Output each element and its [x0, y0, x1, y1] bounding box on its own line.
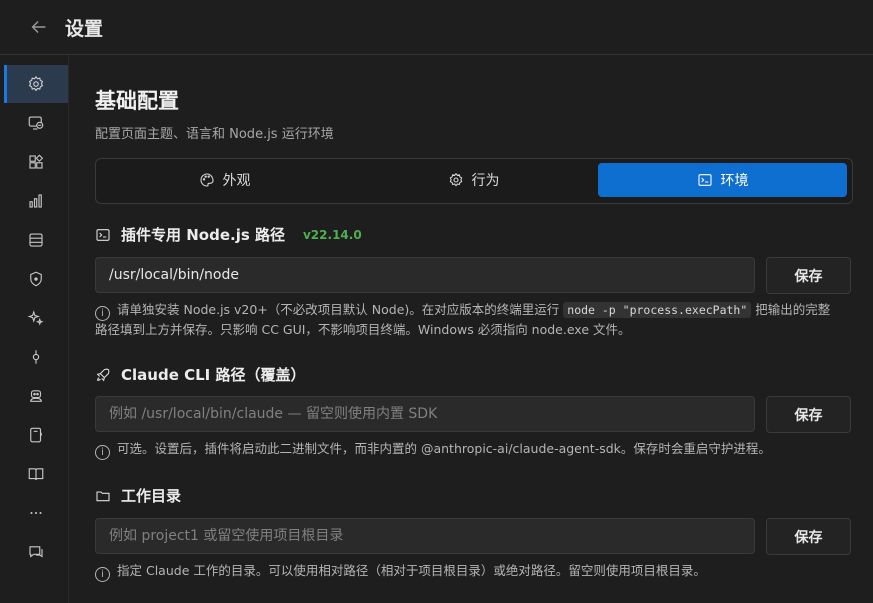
section-subtitle: 配置页面主题、语言和 Node.js 运行环境 — [95, 127, 334, 142]
info-icon: i — [95, 567, 110, 582]
apps-grid-icon — [29, 154, 44, 169]
section-heading: 基础配置 — [95, 89, 179, 113]
node-path-title: 插件专用 Node.js 路径 v22.14.0 — [95, 224, 362, 245]
sidebar-item-docs[interactable] — [4, 455, 68, 493]
sidebar-item-settings[interactable] — [4, 65, 68, 103]
tab-behavior[interactable]: 行为 — [349, 163, 598, 197]
cli-path-hint: i 可选。设置后，插件将启动此二进制文件，而非内置的 @anthropic-ai/… — [95, 440, 855, 460]
tab-bar: 外观 行为 环境 — [95, 158, 853, 204]
gear-icon — [28, 75, 44, 92]
sidebar-item-database[interactable] — [4, 221, 68, 259]
tab-label: 行为 — [471, 173, 500, 189]
terminal-icon — [96, 228, 110, 241]
page-title: 设置 — [65, 18, 104, 40]
more-horizontal-icon — [30, 511, 42, 515]
sidebar-item-more[interactable] — [4, 494, 68, 532]
bar-chart-icon — [29, 194, 42, 208]
node-path-save-button[interactable]: 保存 — [766, 257, 851, 294]
main-content: 基础配置 配置页面主题、语言和 Node.js 运行环境 外观 行为 环境 插件… — [69, 55, 873, 603]
rocket-icon — [96, 368, 110, 381]
workdir-save-button[interactable]: 保存 — [766, 518, 851, 555]
sidebar-item-skills[interactable] — [4, 299, 68, 337]
cli-path-input[interactable] — [95, 396, 755, 432]
sidebar-item-provider[interactable] — [4, 104, 68, 142]
sparkles-icon — [27, 310, 44, 326]
monitor-cloud-icon — [28, 116, 44, 130]
book-icon — [28, 468, 44, 481]
sidebar-item-feedback[interactable] — [4, 533, 68, 571]
workdir-input[interactable] — [95, 518, 755, 554]
info-icon: i — [95, 445, 110, 460]
cli-path-save-button[interactable]: 保存 — [766, 396, 851, 433]
node-path-input[interactable] — [95, 257, 755, 293]
commit-icon — [32, 350, 40, 364]
tab-label: 环境 — [720, 173, 749, 189]
tab-environment[interactable]: 环境 — [598, 163, 847, 197]
info-icon: i — [95, 306, 110, 321]
tab-label: 外观 — [222, 173, 251, 189]
node-path-hint: i 请单独安装 Node.js v20+（不必改项目默认 Node)。在对应版本的… — [95, 302, 831, 337]
workdir-hint: i 指定 Claude 工作的目录。可以使用相对路径（相对于项目根目录）或绝对路径… — [95, 562, 855, 582]
database-icon — [29, 233, 43, 247]
sidebar-item-agents[interactable] — [4, 377, 68, 415]
folder-icon — [96, 490, 110, 501]
terminal-icon — [697, 174, 712, 186]
sidebar-item-commits[interactable] — [4, 338, 68, 376]
tab-appearance[interactable]: 外观 — [100, 163, 349, 197]
sidebar-item-apps[interactable] — [4, 143, 68, 181]
workdir-title: 工作目录 — [95, 485, 181, 506]
chat-icon — [29, 546, 43, 558]
palette-icon — [199, 173, 214, 187]
header-bar: 设置 — [0, 0, 873, 55]
phone-icon — [30, 427, 42, 443]
shield-icon — [30, 271, 42, 287]
cli-path-title: Claude CLI 路径（覆盖） — [95, 364, 305, 385]
robot-icon — [30, 390, 42, 402]
sidebar-item-permissions[interactable] — [4, 260, 68, 298]
sidebar — [0, 55, 69, 603]
sidebar-item-device[interactable] — [4, 416, 68, 454]
gear-icon — [449, 172, 462, 187]
arrow-left-icon[interactable] — [28, 16, 50, 38]
node-version-badge: v22.14.0 — [302, 227, 362, 242]
sidebar-item-usage[interactable] — [4, 182, 68, 220]
code-snippet: node -p "process.execPath" — [563, 302, 752, 318]
